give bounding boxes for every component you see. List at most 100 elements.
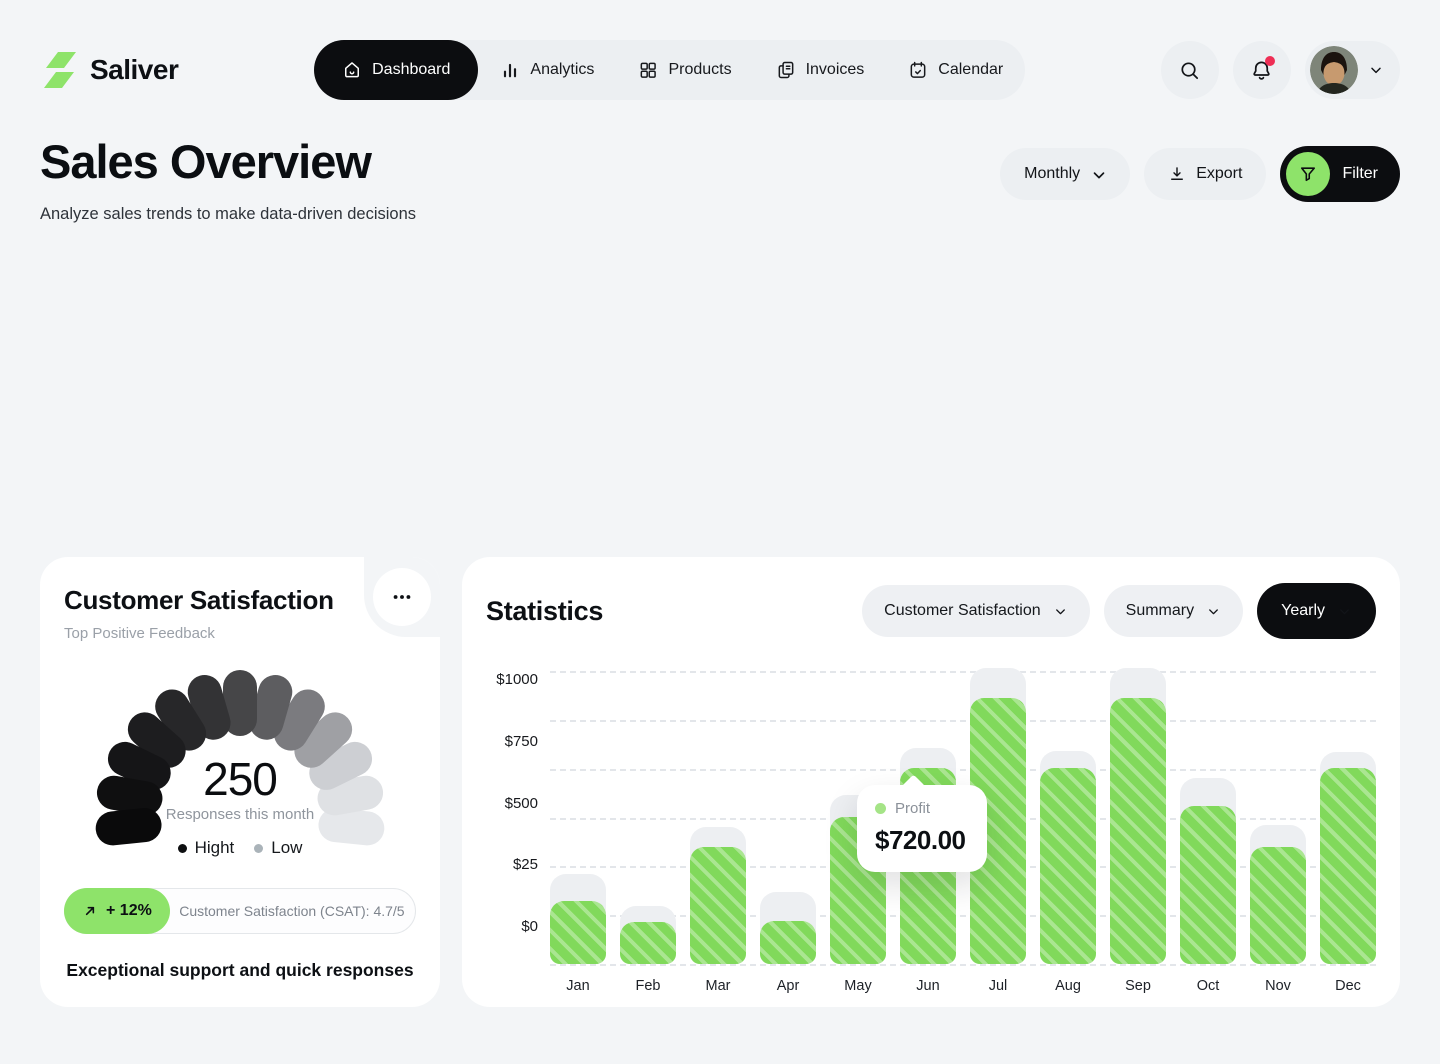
documents-icon bbox=[776, 60, 796, 80]
bar-nov[interactable] bbox=[1250, 847, 1306, 964]
arrow-up-right-icon bbox=[82, 903, 98, 919]
bar-jan[interactable] bbox=[550, 901, 606, 964]
y-axis-tick: $750 bbox=[505, 733, 538, 750]
export-label: Export bbox=[1196, 165, 1242, 183]
change-badge: + 12% bbox=[64, 888, 170, 934]
page-header: Sales Overview Analyze sales trends to m… bbox=[40, 134, 1400, 224]
brand-logo: Saliver bbox=[40, 50, 178, 90]
x-axis-label-sep: Sep bbox=[1110, 978, 1166, 994]
bar-group-sep bbox=[1110, 671, 1166, 964]
bar-group-aug bbox=[1040, 671, 1096, 964]
y-axis-tick: $1000 bbox=[496, 671, 538, 688]
avatar bbox=[1310, 46, 1358, 94]
chevron-down-icon bbox=[1368, 62, 1384, 78]
bar-sep[interactable] bbox=[1110, 698, 1166, 964]
bar-feb[interactable] bbox=[620, 922, 676, 964]
calendar-icon bbox=[908, 60, 928, 80]
chart-plot-area: Profit $720.00 bbox=[550, 671, 1376, 964]
x-axis-label-apr: Apr bbox=[760, 978, 816, 994]
csat-score-text: Customer Satisfaction (CSAT): 4.7/5 bbox=[169, 903, 415, 919]
page-subtitle: Analyze sales trends to make data-driven… bbox=[40, 205, 416, 224]
topbar-actions bbox=[1161, 41, 1400, 99]
range-select[interactable]: Yearly bbox=[1257, 583, 1376, 639]
filter-button[interactable]: Filter bbox=[1280, 146, 1400, 202]
nav-item-dashboard[interactable]: Dashboard bbox=[314, 40, 478, 100]
bar-mar[interactable] bbox=[690, 847, 746, 964]
csat-summary-row: + 12% Customer Satisfaction (CSAT): 4.7/… bbox=[64, 888, 416, 934]
download-icon bbox=[1168, 165, 1186, 183]
nav-item-products[interactable]: Products bbox=[616, 40, 753, 100]
filter-label: Filter bbox=[1342, 165, 1378, 183]
card-more-button[interactable] bbox=[373, 568, 431, 626]
range-select-value: Yearly bbox=[1281, 602, 1325, 620]
search-icon bbox=[1178, 59, 1201, 82]
home-icon bbox=[342, 60, 362, 80]
page-title: Sales Overview bbox=[40, 134, 416, 189]
metric-select-value: Customer Satisfaction bbox=[884, 602, 1041, 620]
chevron-down-icon bbox=[1337, 604, 1352, 619]
x-axis-label-mar: Mar bbox=[690, 978, 746, 994]
x-axis-label-jan: Jan bbox=[550, 978, 606, 994]
chart-tooltip: Profit $720.00 bbox=[857, 785, 987, 872]
gauge-legend: Hight Low bbox=[80, 838, 400, 858]
bar-group-feb bbox=[620, 671, 676, 964]
bar-group-oct bbox=[1180, 671, 1236, 964]
change-badge-text: + 12% bbox=[106, 902, 152, 920]
bar-group-apr bbox=[760, 671, 816, 964]
nav-item-label: Products bbox=[668, 61, 731, 79]
legend-dot bbox=[178, 844, 187, 853]
bar-chart-icon bbox=[500, 60, 520, 80]
x-axis-label-nov: Nov bbox=[1250, 978, 1306, 994]
search-button[interactable] bbox=[1161, 41, 1219, 99]
chart-x-axis: JanFebMarAprMayJunJulAugSepOctNovDec bbox=[550, 978, 1376, 994]
nav-item-label: Analytics bbox=[530, 61, 594, 79]
nav-item-label: Dashboard bbox=[372, 61, 450, 79]
x-axis-label-may: May bbox=[830, 978, 886, 994]
tooltip-series-label: Profit bbox=[895, 800, 930, 817]
export-button[interactable]: Export bbox=[1144, 148, 1266, 200]
grid-icon bbox=[638, 60, 658, 80]
bar-oct[interactable] bbox=[1180, 806, 1236, 964]
chevron-down-icon bbox=[1053, 604, 1068, 619]
nav-item-analytics[interactable]: Analytics bbox=[478, 40, 616, 100]
bar-aug[interactable] bbox=[1040, 768, 1096, 964]
chart-y-axis: $1000$750$500$25$0 bbox=[486, 671, 538, 935]
profit-bar-chart: $1000$750$500$25$0 Profit $720.00 bbox=[486, 671, 1376, 964]
nav-item-label: Invoices bbox=[806, 61, 865, 79]
period-select[interactable]: Monthly bbox=[1000, 148, 1130, 200]
bar-group-mar bbox=[690, 671, 746, 964]
x-axis-label-feb: Feb bbox=[620, 978, 676, 994]
y-axis-tick: $0 bbox=[521, 918, 538, 935]
bar-dec[interactable] bbox=[1320, 768, 1376, 964]
x-axis-label-aug: Aug bbox=[1040, 978, 1096, 994]
notifications-button[interactable] bbox=[1233, 41, 1291, 99]
satisfaction-card-subtitle: Top Positive Feedback bbox=[64, 625, 416, 642]
x-axis-label-jun: Jun bbox=[900, 978, 956, 994]
bar-group-jan bbox=[550, 671, 606, 964]
customer-satisfaction-card: Customer Satisfaction Top Positive Feedb… bbox=[40, 557, 440, 1007]
brand-name: Saliver bbox=[90, 54, 178, 86]
ellipsis-icon bbox=[391, 586, 413, 608]
saliver-logo-icon bbox=[40, 50, 80, 90]
x-axis-label-jul: Jul bbox=[970, 978, 1026, 994]
metric-select[interactable]: Customer Satisfaction bbox=[862, 585, 1090, 637]
y-axis-tick: $500 bbox=[505, 795, 538, 812]
nav-item-label: Calendar bbox=[938, 61, 1003, 79]
tooltip-value: $720.00 bbox=[875, 825, 969, 856]
account-menu[interactable] bbox=[1305, 41, 1400, 99]
tooltip-series-dot bbox=[875, 803, 886, 814]
gauge-value: 250 bbox=[80, 752, 400, 806]
legend-item-low: Low bbox=[254, 838, 302, 858]
statistics-title: Statistics bbox=[486, 596, 603, 627]
bar-group-dec bbox=[1320, 671, 1376, 964]
legend-item-hight: Hight bbox=[178, 838, 235, 858]
gauge-caption: Responses this month bbox=[80, 806, 400, 823]
bar-group-nov bbox=[1250, 671, 1306, 964]
mode-select[interactable]: Summary bbox=[1104, 585, 1243, 637]
mode-select-value: Summary bbox=[1126, 602, 1194, 620]
bar-apr[interactable] bbox=[760, 921, 816, 964]
nav-item-invoices[interactable]: Invoices bbox=[754, 40, 887, 100]
nav-item-calendar[interactable]: Calendar bbox=[886, 40, 1025, 100]
main-nav: Dashboard Analytics Products Invoices Calend… bbox=[314, 40, 1025, 100]
period-select-value: Monthly bbox=[1024, 165, 1080, 183]
